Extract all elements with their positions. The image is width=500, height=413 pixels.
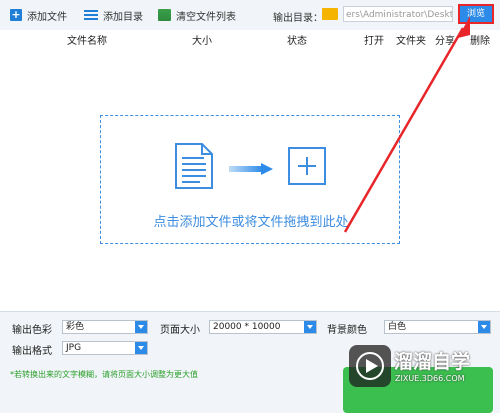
bg-color-select-value: 白色 — [388, 322, 407, 332]
chevron-down-icon — [478, 321, 490, 333]
chevron-down-icon — [304, 321, 316, 333]
format-label: 输出格式 — [12, 346, 52, 357]
chevron-down-icon — [135, 342, 147, 354]
watermark-brand: 溜溜自学 — [394, 351, 471, 373]
color-label: 输出色彩 — [12, 325, 52, 336]
bg-color-select[interactable]: 白色 — [384, 320, 491, 334]
color-select[interactable]: 彩色 — [62, 320, 148, 334]
watermark-url: ZIXUE.3D66.COM — [395, 374, 465, 383]
watermark-logo — [349, 345, 391, 387]
page-size-select[interactable]: 20000 * 10000 — [209, 320, 317, 334]
color-select-value: 彩色 — [66, 322, 85, 332]
play-icon — [356, 352, 384, 380]
page-size-select-value: 20000 * 10000 — [213, 322, 281, 332]
page-size-label: 页面大小 — [160, 325, 200, 336]
chevron-down-icon — [135, 321, 147, 333]
bg-color-label: 背景颜色 — [327, 325, 367, 336]
format-select-value: JPG — [66, 343, 82, 353]
format-select[interactable]: JPG — [62, 341, 148, 355]
hint-note: *若转换出来的文字模糊，请将页面大小调整为更大值 — [10, 370, 198, 379]
